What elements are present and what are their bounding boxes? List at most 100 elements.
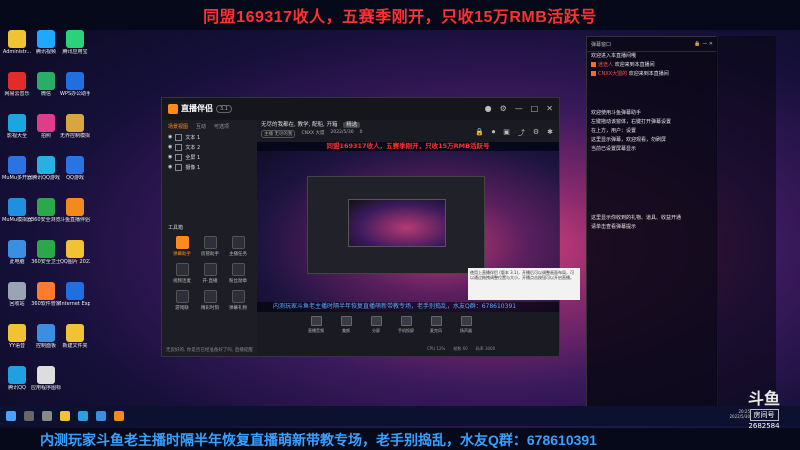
douyu-icon[interactable]: [114, 411, 124, 421]
start-icon[interactable]: [6, 411, 16, 421]
desktop-icon-label: 腾讯QQ: [8, 385, 26, 391]
minimize-icon[interactable]: —: [515, 104, 523, 113]
desktop-icon[interactable]: QQ图片 20220527...: [60, 240, 90, 265]
desktop-icon[interactable]: MuMu多开器: [2, 156, 32, 181]
desktop-icon[interactable]: 无界控制模拟器: [60, 114, 90, 139]
desktop-icon[interactable]: 影视大全: [2, 114, 32, 139]
more-icon[interactable]: ✱: [547, 128, 553, 138]
tool-highlights[interactable]: 精彩时刻: [196, 290, 224, 311]
desktop-icon[interactable]: 360安全浏览器: [31, 198, 61, 223]
settings-icon[interactable]: ⚙: [533, 128, 539, 138]
desktop-icon[interactable]: Administr...: [2, 30, 32, 55]
app-icon: [8, 114, 26, 132]
tool-split[interactable]: 分屏: [367, 316, 385, 334]
nested-preview: [348, 199, 446, 247]
minimize-icon[interactable]: —: [702, 41, 707, 47]
desktop-icon[interactable]: 应用程序图标 - 只要是...: [31, 366, 61, 391]
desktop-icon[interactable]: 腾讯QQ: [2, 366, 32, 391]
tool-mobile-cast[interactable]: 手机投屏: [397, 316, 415, 334]
close-icon[interactable]: ✕: [709, 41, 713, 47]
settings-icon[interactable]: ⚙: [500, 104, 507, 113]
scene-label: 摄像 1: [185, 164, 201, 171]
checkbox[interactable]: [175, 163, 183, 171]
edge-icon[interactable]: [78, 411, 88, 421]
chat-username[interactable]: 迷途人: [598, 62, 613, 68]
desktop-icon[interactable]: 腾讯视频: [31, 30, 61, 55]
tool-game[interactable]: 游戏联: [168, 290, 196, 311]
scene-item[interactable]: ◉ 文本 2: [162, 142, 257, 152]
desktop-icon[interactable]: WPS办公助手: [60, 72, 90, 97]
desktop-icon[interactable]: Internet Explorer: [60, 282, 90, 307]
checkbox[interactable]: [175, 143, 183, 151]
checkbox[interactable]: [175, 133, 183, 141]
close-icon[interactable]: ✕: [546, 104, 553, 113]
chat-message: 左键拖动该窗体，右键打开弹幕设置: [587, 118, 717, 127]
eye-icon[interactable]: ◉: [168, 164, 172, 170]
desktop-icon-label: Internet Explorer: [60, 301, 90, 307]
desktop-icon[interactable]: 斗鱼直播伴侣: [60, 198, 90, 223]
desktop-icon[interactable]: 网易云音乐: [2, 72, 32, 97]
desktop-icon-label: 360软件管家: [31, 301, 61, 307]
category-badge[interactable]: 精选: [343, 122, 361, 128]
chat-text: 当前已设置屏幕显示: [591, 146, 637, 152]
desktop-icon[interactable]: 拍照: [31, 114, 61, 139]
tool-speaker[interactable]: 扬声器: [457, 316, 475, 334]
tool-danmu-helper[interactable]: 弹幕助手: [168, 236, 196, 257]
tool-video-link[interactable]: 视频连麦: [168, 263, 196, 284]
desktop-icon[interactable]: 腾讯QQ游戏: [31, 156, 61, 181]
highlight-icon: [203, 290, 217, 303]
stream-title-text[interactable]: 无尽的我都在, 教学, 配船, 开箱: [261, 122, 338, 128]
desktop-icon[interactable]: YY语音: [2, 324, 32, 349]
share-icon[interactable]: ⤴: [518, 128, 525, 138]
tool-streamer-task[interactable]: 主播任务: [224, 236, 252, 257]
tool-mic[interactable]: 麦克风: [427, 316, 445, 334]
lock-icon[interactable]: 🔒: [475, 128, 484, 138]
tool-admin-helper[interactable]: 房管助手: [196, 236, 224, 257]
record-icon[interactable]: ⏺: [492, 128, 496, 138]
desktop-icon[interactable]: 360安全卫士: [31, 240, 61, 265]
avatar-icon[interactable]: ●: [485, 104, 492, 113]
desktop-icon[interactable]: 腾讯应用宝: [60, 30, 90, 55]
beauty-icon: [340, 316, 352, 326]
tool-label: 开·直播: [202, 279, 218, 284]
chat-text: 欢迎使用斗鱼弹幕助手: [591, 110, 642, 116]
tab-scene-view[interactable]: 场景视图: [168, 123, 188, 130]
chat-messages: 欢迎进入本直播间哦 迷途人 欢迎来到本直播间 CNXX大盟的 欢迎来到本直播间 欢迎使…: [587, 52, 717, 232]
scene-item[interactable]: ◉ 摄像 1: [162, 162, 257, 172]
maximize-icon[interactable]: □: [531, 104, 539, 113]
eye-icon[interactable]: ◉: [168, 134, 172, 140]
search-icon[interactable]: [24, 411, 34, 421]
eye-icon[interactable]: ◉: [168, 144, 172, 150]
tool-label: 精彩时刻: [201, 306, 219, 311]
explorer-icon[interactable]: [60, 411, 70, 421]
desktop-icon[interactable]: 360软件管家: [31, 282, 61, 307]
desktop-icon[interactable]: QQ游戏: [60, 156, 90, 181]
desktop-icon[interactable]: 此电脑: [2, 240, 32, 265]
checkbox[interactable]: [175, 153, 183, 161]
camera-icon[interactable]: ▣: [503, 128, 510, 138]
app-icon: [37, 324, 55, 342]
desktop-icon[interactable]: MuMu模拟器: [2, 198, 32, 223]
desktop-icon[interactable]: 控制面板: [31, 324, 61, 349]
chat-message: 欢迎使用斗鱼弹幕助手: [587, 109, 717, 118]
task-view-icon[interactable]: [42, 411, 52, 421]
chat-username[interactable]: CNXX大盟的: [598, 71, 627, 77]
preview-marquee: 内测玩家斗鱼老主播时隔半年恢复直播萌新带教专场，老手别捣乱，水友Q群：67861…: [257, 302, 559, 312]
desktop-icon[interactable]: 微信: [31, 72, 61, 97]
tool-start-live[interactable]: 开·直播: [196, 263, 224, 284]
tool-fan-badge[interactable]: 粉丝勋章: [224, 263, 252, 284]
app-icon: [8, 30, 26, 48]
desktop-icon[interactable]: 回收站: [2, 282, 32, 307]
app-icon: [8, 366, 26, 384]
store-icon[interactable]: [96, 411, 106, 421]
tool-beauty[interactable]: 美颜: [337, 316, 355, 334]
tool-gift[interactable]: 弹幕礼物: [224, 290, 252, 311]
tab-options[interactable]: 可选项: [214, 123, 229, 130]
scene-item[interactable]: ◉ 文本 1: [162, 132, 257, 142]
tab-interact[interactable]: 互动: [196, 123, 206, 130]
eye-icon[interactable]: ◉: [168, 154, 172, 160]
desktop-icon[interactable]: 新建文件夹: [60, 324, 90, 349]
lock-icon[interactable]: 🔒: [694, 41, 700, 47]
tool-audio[interactable]: 直播音频: [307, 316, 325, 334]
scene-item[interactable]: ◉ 全屏 1: [162, 152, 257, 162]
